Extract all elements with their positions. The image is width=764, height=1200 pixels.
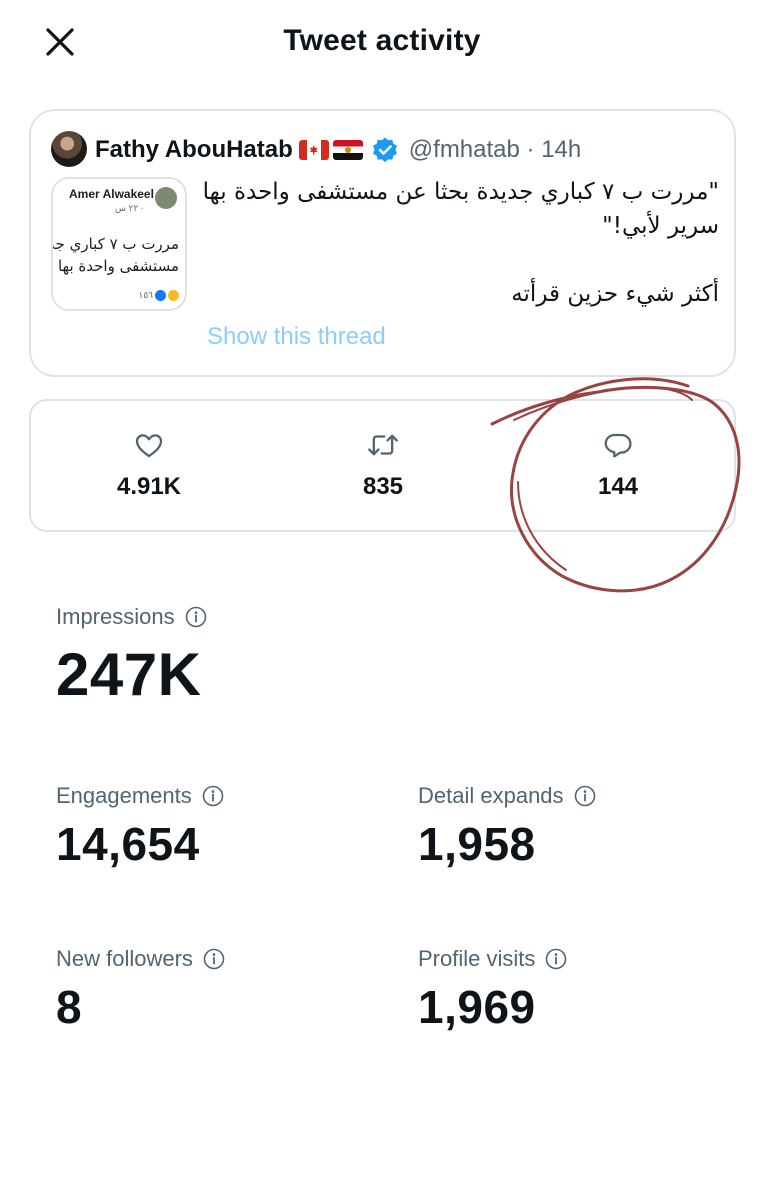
engagements-metric: Engagements 14,654 bbox=[56, 783, 224, 871]
info-icon[interactable] bbox=[185, 606, 207, 628]
new-followers-label: New followers bbox=[56, 946, 193, 971]
heart-icon bbox=[135, 434, 163, 458]
engagements-value: 14,654 bbox=[56, 818, 200, 870]
tweet-text-line: سرير لأبي!" bbox=[602, 213, 719, 239]
engagement-stats: 4.91K 835 144 bbox=[29, 399, 736, 532]
retweet-icon bbox=[368, 434, 398, 456]
reply-icon bbox=[604, 433, 632, 458]
profile-visits-label: Profile visits bbox=[418, 946, 536, 971]
quoted-reactions: ١٥٦ bbox=[138, 290, 179, 301]
tweet-text-line: "مررت ب ٧ كباري جديدة بحثا عن مستشفى واح… bbox=[202, 179, 719, 205]
sad-reaction-icon bbox=[168, 290, 179, 301]
tweet-text: "مررت ب ٧ كباري جديدة بحثا عن مستشفى واح… bbox=[199, 175, 719, 311]
verified-badge-icon bbox=[371, 136, 399, 164]
info-icon[interactable] bbox=[203, 948, 225, 970]
egypt-flag-icon bbox=[332, 140, 363, 160]
canada-flag-icon bbox=[298, 140, 329, 160]
quoted-text-line: مررت ب ٧ كباري جدي bbox=[53, 235, 179, 253]
reaction-count: ١٥٦ bbox=[138, 290, 153, 300]
new-followers-metric: New followers 8 bbox=[56, 946, 225, 1034]
detail-expands-metric: Detail expands 1,958 bbox=[418, 783, 596, 871]
page-title: Tweet activity bbox=[283, 24, 481, 57]
quoted-meta: ٢٢ س · bbox=[115, 203, 144, 213]
like-reaction-icon bbox=[155, 290, 166, 301]
profile-visits-metric: Profile visits 1,969 bbox=[418, 946, 567, 1034]
impressions-metric: Impressions 247K bbox=[56, 604, 207, 710]
engagements-label: Engagements bbox=[56, 783, 192, 808]
retweets-stat[interactable]: 835 bbox=[323, 429, 443, 501]
tweet-text-line: أكثر شيء حزين قرأته bbox=[511, 281, 719, 307]
quoted-author-name: Amer Alwakeel bbox=[69, 187, 154, 201]
retweets-count: 835 bbox=[362, 473, 404, 500]
info-icon[interactable] bbox=[545, 948, 567, 970]
impressions-value: 247K bbox=[56, 641, 202, 708]
likes-stat[interactable]: 4.91K bbox=[89, 429, 209, 501]
quoted-author-avatar bbox=[155, 187, 177, 209]
info-icon[interactable] bbox=[574, 785, 596, 807]
replies-count: 144 bbox=[597, 473, 639, 500]
author-handle-time[interactable]: @fmhatab · 14h bbox=[409, 136, 581, 164]
author-avatar[interactable] bbox=[51, 131, 87, 167]
quoted-text-line: مستشفى واحدة بها س bbox=[53, 257, 179, 275]
impressions-label: Impressions bbox=[56, 604, 175, 629]
replies-stat[interactable]: 144 bbox=[558, 429, 678, 501]
quoted-image[interactable]: Amer Alwakeel ٢٢ س · مررت ب ٧ كباري جدي … bbox=[51, 177, 187, 311]
info-icon[interactable] bbox=[202, 785, 224, 807]
header: Tweet activity bbox=[0, 0, 764, 90]
author-name[interactable]: Fathy AbouHatab bbox=[95, 136, 293, 164]
show-thread-link[interactable]: Show this thread bbox=[207, 323, 386, 351]
quoted-text: مررت ب ٧ كباري جدي مستشفى واحدة بها س bbox=[53, 233, 179, 277]
profile-visits-value: 1,969 bbox=[418, 981, 536, 1033]
detail-expands-label: Detail expands bbox=[418, 783, 564, 808]
tweet-card[interactable]: Fathy AbouHatab @fmhatab · 14h Amer Alwa… bbox=[29, 109, 736, 377]
likes-count: 4.91K bbox=[116, 473, 182, 500]
detail-expands-value: 1,958 bbox=[418, 818, 536, 870]
new-followers-value: 8 bbox=[56, 981, 83, 1033]
author-row: Fathy AbouHatab @fmhatab · 14h bbox=[95, 133, 581, 167]
